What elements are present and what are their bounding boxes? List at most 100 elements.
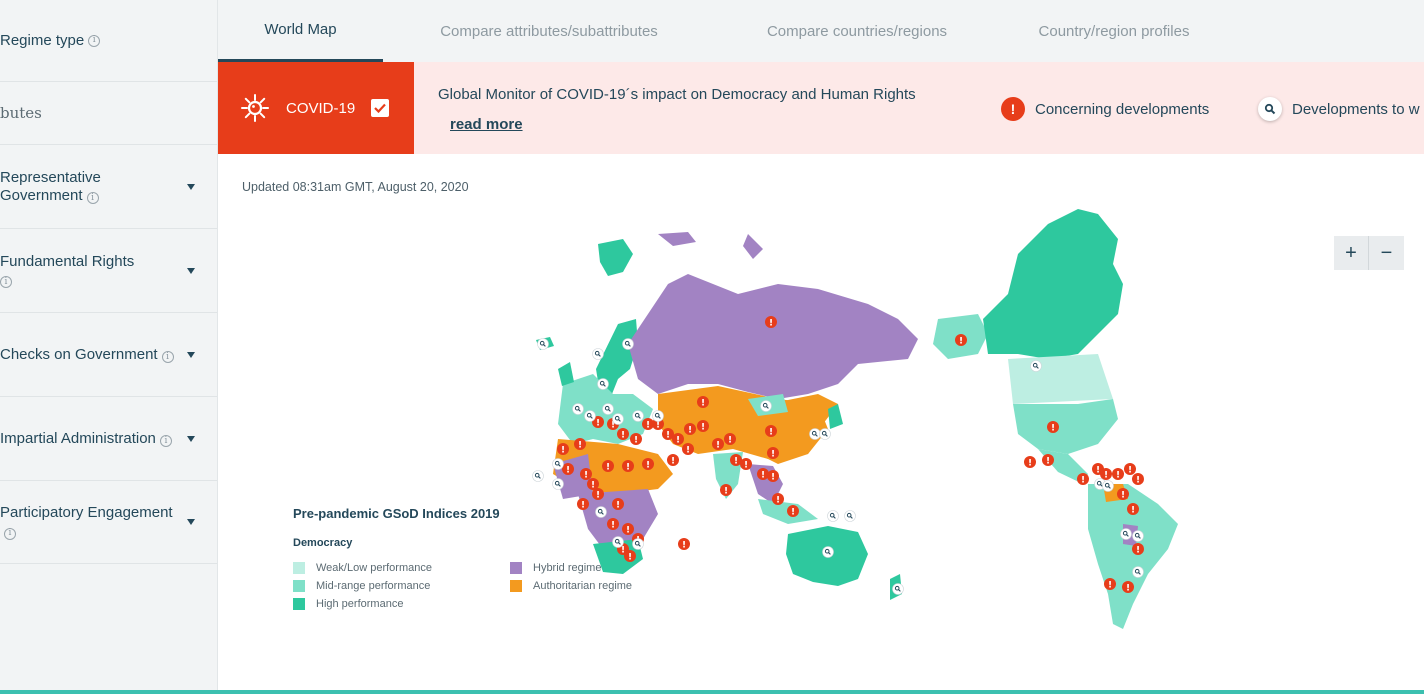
svg-text:!: ! [656,421,660,431]
concerning-marker[interactable]: ! [1024,456,1036,469]
watch-marker[interactable] [632,410,644,422]
svg-text:!: ! [959,337,963,347]
tab-world-map[interactable]: World Map [218,0,383,62]
sidebar-item-impartial-administration[interactable]: Impartial Administration i [0,396,217,480]
svg-text:!: ! [771,473,775,483]
svg-text:!: ! [1128,466,1132,476]
watch-marker[interactable] [822,546,834,558]
legend-label: Weak/Low performance [316,562,432,574]
svg-text:!: ! [1046,457,1050,467]
concerning-marker[interactable]: ! [1112,468,1124,481]
concerning-marker[interactable]: ! [630,433,642,446]
watch-marker[interactable] [892,583,904,595]
watch-marker[interactable] [584,410,596,422]
watch-marker[interactable] [552,458,564,470]
info-icon[interactable]: i [161,351,174,363]
checkbox-checked-icon[interactable] [371,99,390,117]
legend-item-authoritarian: Authoritarian regime [510,580,632,592]
legend-label: Authoritarian regime [533,580,633,592]
svg-text:!: ! [771,450,775,460]
regime-type-label: Regime type [0,32,85,49]
watch-label: Developments to w [1292,100,1420,118]
watch-marker[interactable] [1102,480,1114,492]
info-icon[interactable]: i [159,435,172,447]
covid-toggle[interactable]: COVID-19 [218,62,414,154]
concerning-marker[interactable]: ! [1124,463,1136,476]
info-icon[interactable]: i [86,192,99,204]
tab-compare-countries[interactable]: Compare countries/regions [715,0,999,62]
info-icon[interactable]: i [0,276,12,288]
watch-marker[interactable] [597,378,609,390]
concerning-marker[interactable]: ! [667,454,679,467]
info-icon[interactable]: i [88,34,101,47]
banner-description: Global Monitor of COVID-19´s impact on D… [438,86,916,103]
watch-marker[interactable] [622,338,634,350]
concerning-label: Concerning developments [1035,100,1210,118]
svg-text:!: ! [646,421,650,431]
watch-marker[interactable] [809,428,821,440]
concerning-marker[interactable]: ! [720,484,732,497]
bottom-accent-bar [0,690,1424,694]
svg-text:!: ! [701,423,705,433]
svg-text:!: ! [1108,581,1112,591]
magnifier-icon [1258,97,1282,121]
watch-marker[interactable] [572,403,584,415]
watch-marker[interactable] [592,348,604,360]
info-icon[interactable]: i [4,527,16,540]
legend-swatch [510,580,522,592]
read-more-link[interactable]: read more [450,116,523,133]
chevron-down-icon [187,435,195,442]
tab-compare-attributes[interactable]: Compare attributes/subattributes [383,0,715,62]
watch-marker[interactable] [537,338,549,350]
watch-marker[interactable] [602,403,614,415]
svg-text:!: ! [1116,471,1120,481]
concerning-marker[interactable]: ! [1132,473,1144,486]
sidebar-item-checks-on-government[interactable]: Checks on Government i [0,312,217,396]
app-root: Regime type i butes Representative Gover… [0,0,1424,694]
legend-swatch [293,562,305,574]
watch-marker[interactable] [1132,530,1144,542]
watch-marker[interactable] [532,470,544,482]
sidebar: Regime type i butes Representative Gover… [0,0,218,694]
watch-marker[interactable] [827,510,839,522]
concerning-developments-legend[interactable]: ! Concerning developments [1001,97,1209,121]
watch-marker[interactable] [1120,528,1132,540]
svg-text:!: ! [701,399,705,409]
concerning-marker[interactable]: ! [678,538,690,551]
svg-text:!: ! [566,466,570,476]
covid-banner: COVID-19 Global Monitor of COVID-19´s im… [218,62,1424,154]
svg-text:!: ! [621,431,625,441]
watch-marker[interactable] [652,410,664,422]
svg-text:!: ! [596,419,600,429]
concerning-marker[interactable]: ! [682,443,694,456]
zoom-in-button[interactable]: + [1334,236,1369,270]
watch-marker[interactable] [552,478,564,490]
watch-marker[interactable] [819,428,831,440]
svg-text:!: ! [591,481,595,491]
developments-to-watch-legend[interactable]: Developments to w [1258,97,1420,121]
svg-text:!: ! [1136,546,1140,556]
watch-marker[interactable] [760,400,772,412]
watch-marker[interactable] [612,413,624,425]
svg-text:!: ! [716,441,720,451]
virus-icon [241,94,269,122]
map-region-arctic-islands [658,232,696,246]
concerning-marker[interactable]: ! [1077,473,1089,486]
svg-text:!: ! [769,428,773,438]
sidebar-item-fundamental-rights[interactable]: Fundamental Rights i [0,228,217,312]
svg-text:!: ! [769,319,773,329]
watch-marker[interactable] [1030,360,1042,372]
tab-country-profiles[interactable]: Country/region profiles [999,0,1229,62]
sidebar-item-representative-government[interactable]: Representative Government i [0,144,217,228]
regime-type-filter[interactable]: Regime type i [0,0,217,82]
svg-text:!: ! [1121,491,1125,501]
zoom-out-button[interactable]: − [1369,236,1404,270]
svg-text:!: ! [634,436,638,446]
watch-marker[interactable] [844,510,856,522]
watch-marker[interactable] [1132,566,1144,578]
svg-text:!: ! [791,508,795,518]
sidebar-item-label: Fundamental Rights i [0,252,135,288]
sidebar-item-label: Participatory Engagementi [0,504,173,540]
svg-text:!: ! [761,471,765,481]
sidebar-item-participatory-engagement[interactable]: Participatory Engagementi [0,480,217,564]
